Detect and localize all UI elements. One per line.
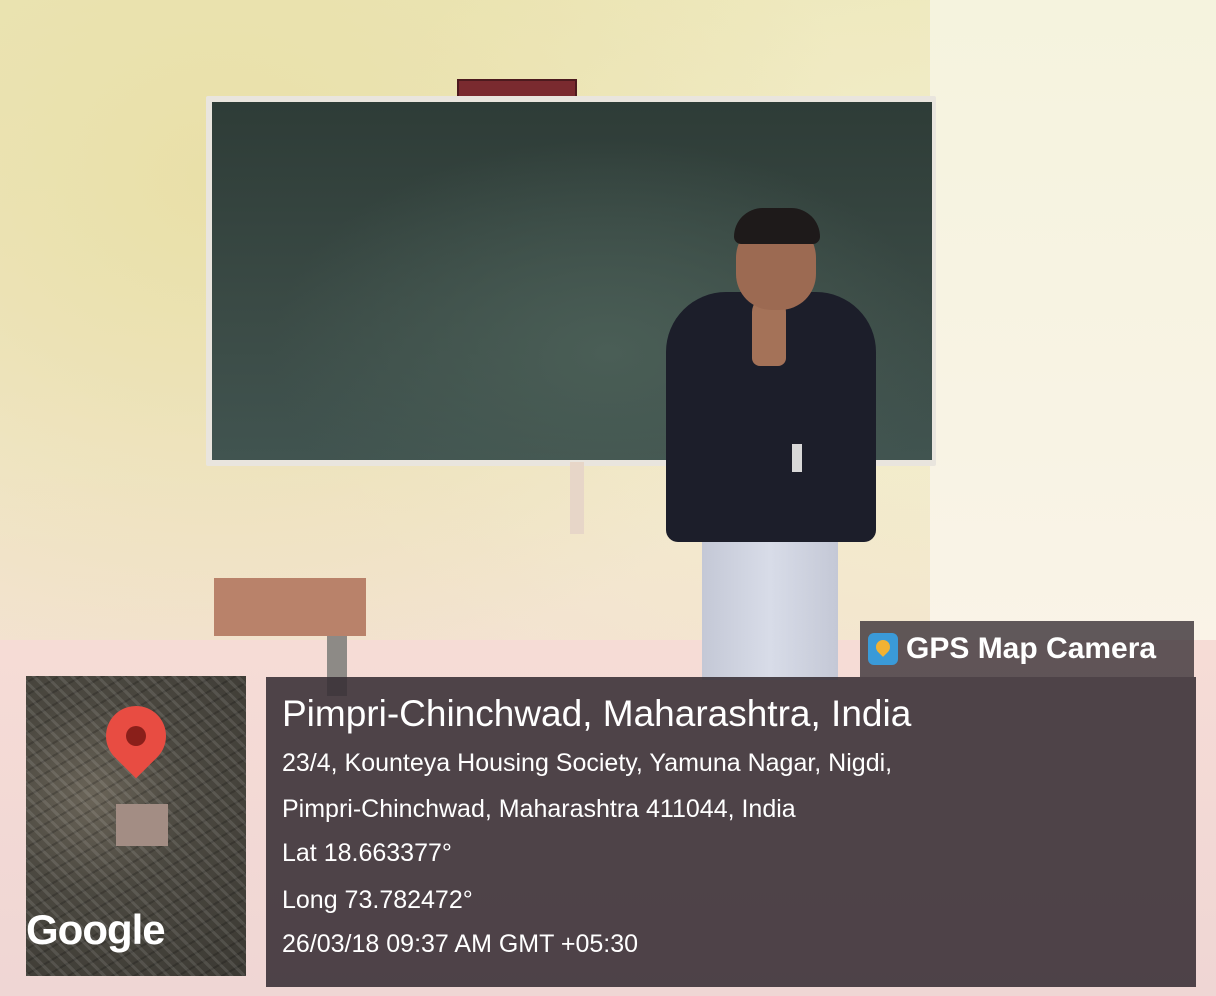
person-hair xyxy=(734,208,820,244)
brand-label: GPS Map Camera xyxy=(906,632,1157,665)
longitude: Long 73.782472° xyxy=(282,886,473,914)
map-thumbnail: Google xyxy=(26,676,246,976)
timestamp: 26/03/18 09:37 AM GMT +05:30 xyxy=(282,930,639,958)
person-trousers xyxy=(702,540,838,680)
address-line-2: Pimpri-Chinchwad, Maharashtra 411044, In… xyxy=(282,795,796,823)
gps-camera-brand-badge: GPS Map Camera xyxy=(860,621,1194,677)
map-provider-logo: Google xyxy=(26,906,166,953)
blackboard-stand xyxy=(570,462,584,534)
map-pin-dot xyxy=(126,726,146,746)
wall-lit-area xyxy=(930,0,1216,700)
latitude: Lat 18.663377° xyxy=(282,839,452,867)
person xyxy=(636,200,916,680)
map-building xyxy=(116,804,168,846)
address-line-1: 23/4, Kounteya Housing Society, Yamuna N… xyxy=(282,749,893,777)
place-title: Pimpri-Chinchwad, Maharashtra, India xyxy=(282,693,912,734)
chair-back xyxy=(214,578,366,636)
person-id-card xyxy=(792,444,802,472)
map-pin-camera-icon xyxy=(868,633,898,665)
